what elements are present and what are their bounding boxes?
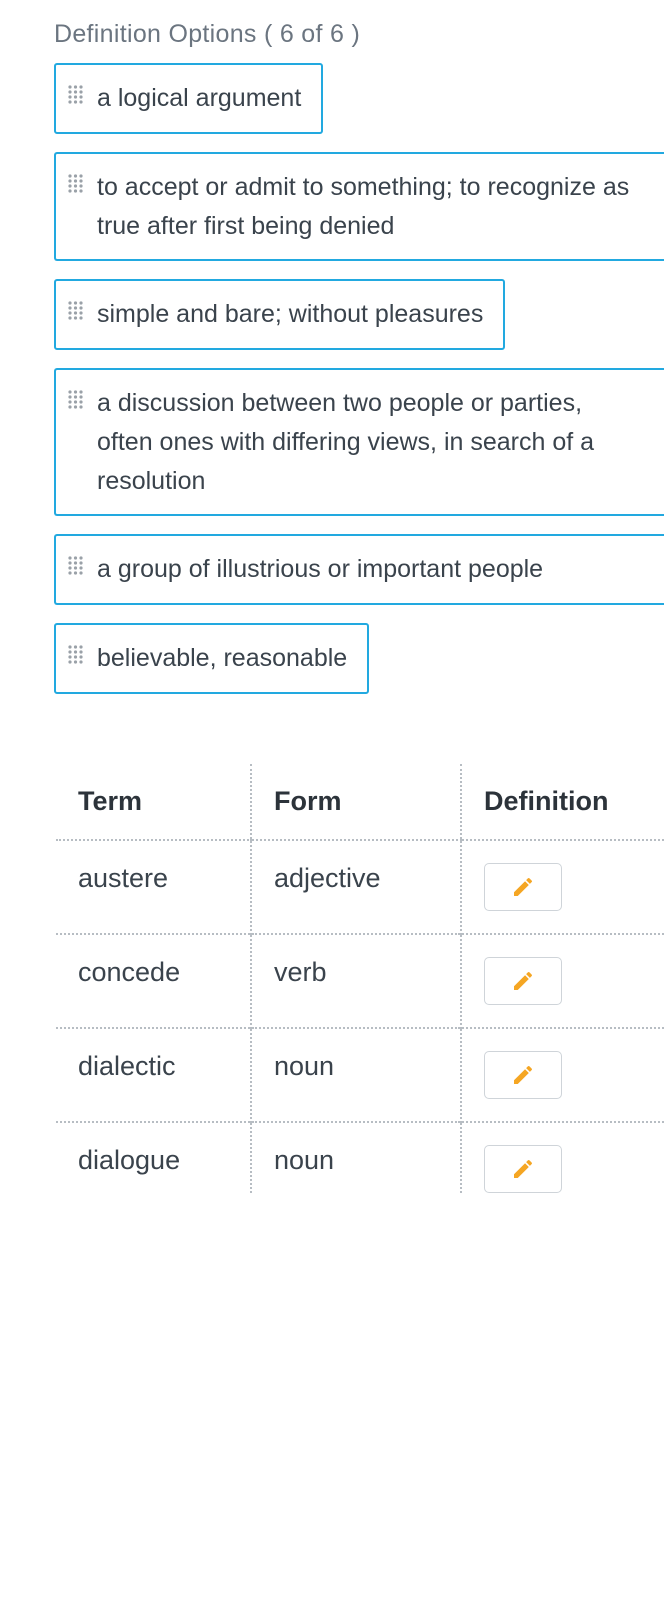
edit-definition-button[interactable] <box>484 1051 562 1099</box>
cell-definition <box>461 934 664 1028</box>
cell-term: dialectic <box>56 1028 251 1122</box>
table-row: austere adjective <box>56 840 664 934</box>
terms-table: Term Form Definition austere adjective <box>56 764 664 1193</box>
pencil-icon <box>511 875 535 899</box>
table-row: concede verb <box>56 934 664 1028</box>
cell-form: noun <box>251 1028 461 1122</box>
definition-option[interactable]: simple and bare; without pleasures <box>54 279 505 350</box>
definition-option[interactable]: believable, reasonable <box>54 623 369 694</box>
cell-term: dialogue <box>56 1122 251 1193</box>
definition-option[interactable]: a discussion between two people or parti… <box>54 368 664 516</box>
cell-form: noun <box>251 1122 461 1193</box>
th-form: Form <box>251 764 461 840</box>
option-text: a group of illustrious or important peop… <box>97 550 543 589</box>
cell-form: adjective <box>251 840 461 934</box>
table-row: dialogue noun <box>56 1122 664 1193</box>
edit-definition-button[interactable] <box>484 863 562 911</box>
definition-option[interactable]: a group of illustrious or important peop… <box>54 534 664 605</box>
definition-option[interactable]: to accept or admit to something; to reco… <box>54 152 664 262</box>
cell-definition <box>461 1028 664 1122</box>
option-text: a discussion between two people or parti… <box>97 384 644 500</box>
edit-definition-button[interactable] <box>484 1145 562 1193</box>
pencil-icon <box>511 969 535 993</box>
drag-handle-icon[interactable] <box>68 645 83 667</box>
drag-handle-icon[interactable] <box>68 301 83 323</box>
th-definition: Definition <box>461 764 664 840</box>
cell-term: austere <box>56 840 251 934</box>
drag-handle-icon[interactable] <box>68 85 83 107</box>
definition-option[interactable]: a logical argument <box>54 63 323 134</box>
pencil-icon <box>511 1157 535 1181</box>
cell-definition <box>461 840 664 934</box>
cell-form: verb <box>251 934 461 1028</box>
option-text: believable, reasonable <box>97 639 347 678</box>
section-title: Definition Options ( 6 of 6 ) <box>54 20 664 49</box>
drag-handle-icon[interactable] <box>68 390 83 412</box>
table-row: dialectic noun <box>56 1028 664 1122</box>
cell-definition <box>461 1122 664 1193</box>
drag-handle-icon[interactable] <box>68 556 83 578</box>
th-term: Term <box>56 764 251 840</box>
option-text: a logical argument <box>97 79 301 118</box>
drag-handle-icon[interactable] <box>68 174 83 196</box>
option-list: a logical argument to accept or admit to… <box>54 63 664 694</box>
option-text: to accept or admit to something; to reco… <box>97 168 644 246</box>
edit-definition-button[interactable] <box>484 957 562 1005</box>
option-text: simple and bare; without pleasures <box>97 295 483 334</box>
pencil-icon <box>511 1063 535 1087</box>
cell-term: concede <box>56 934 251 1028</box>
